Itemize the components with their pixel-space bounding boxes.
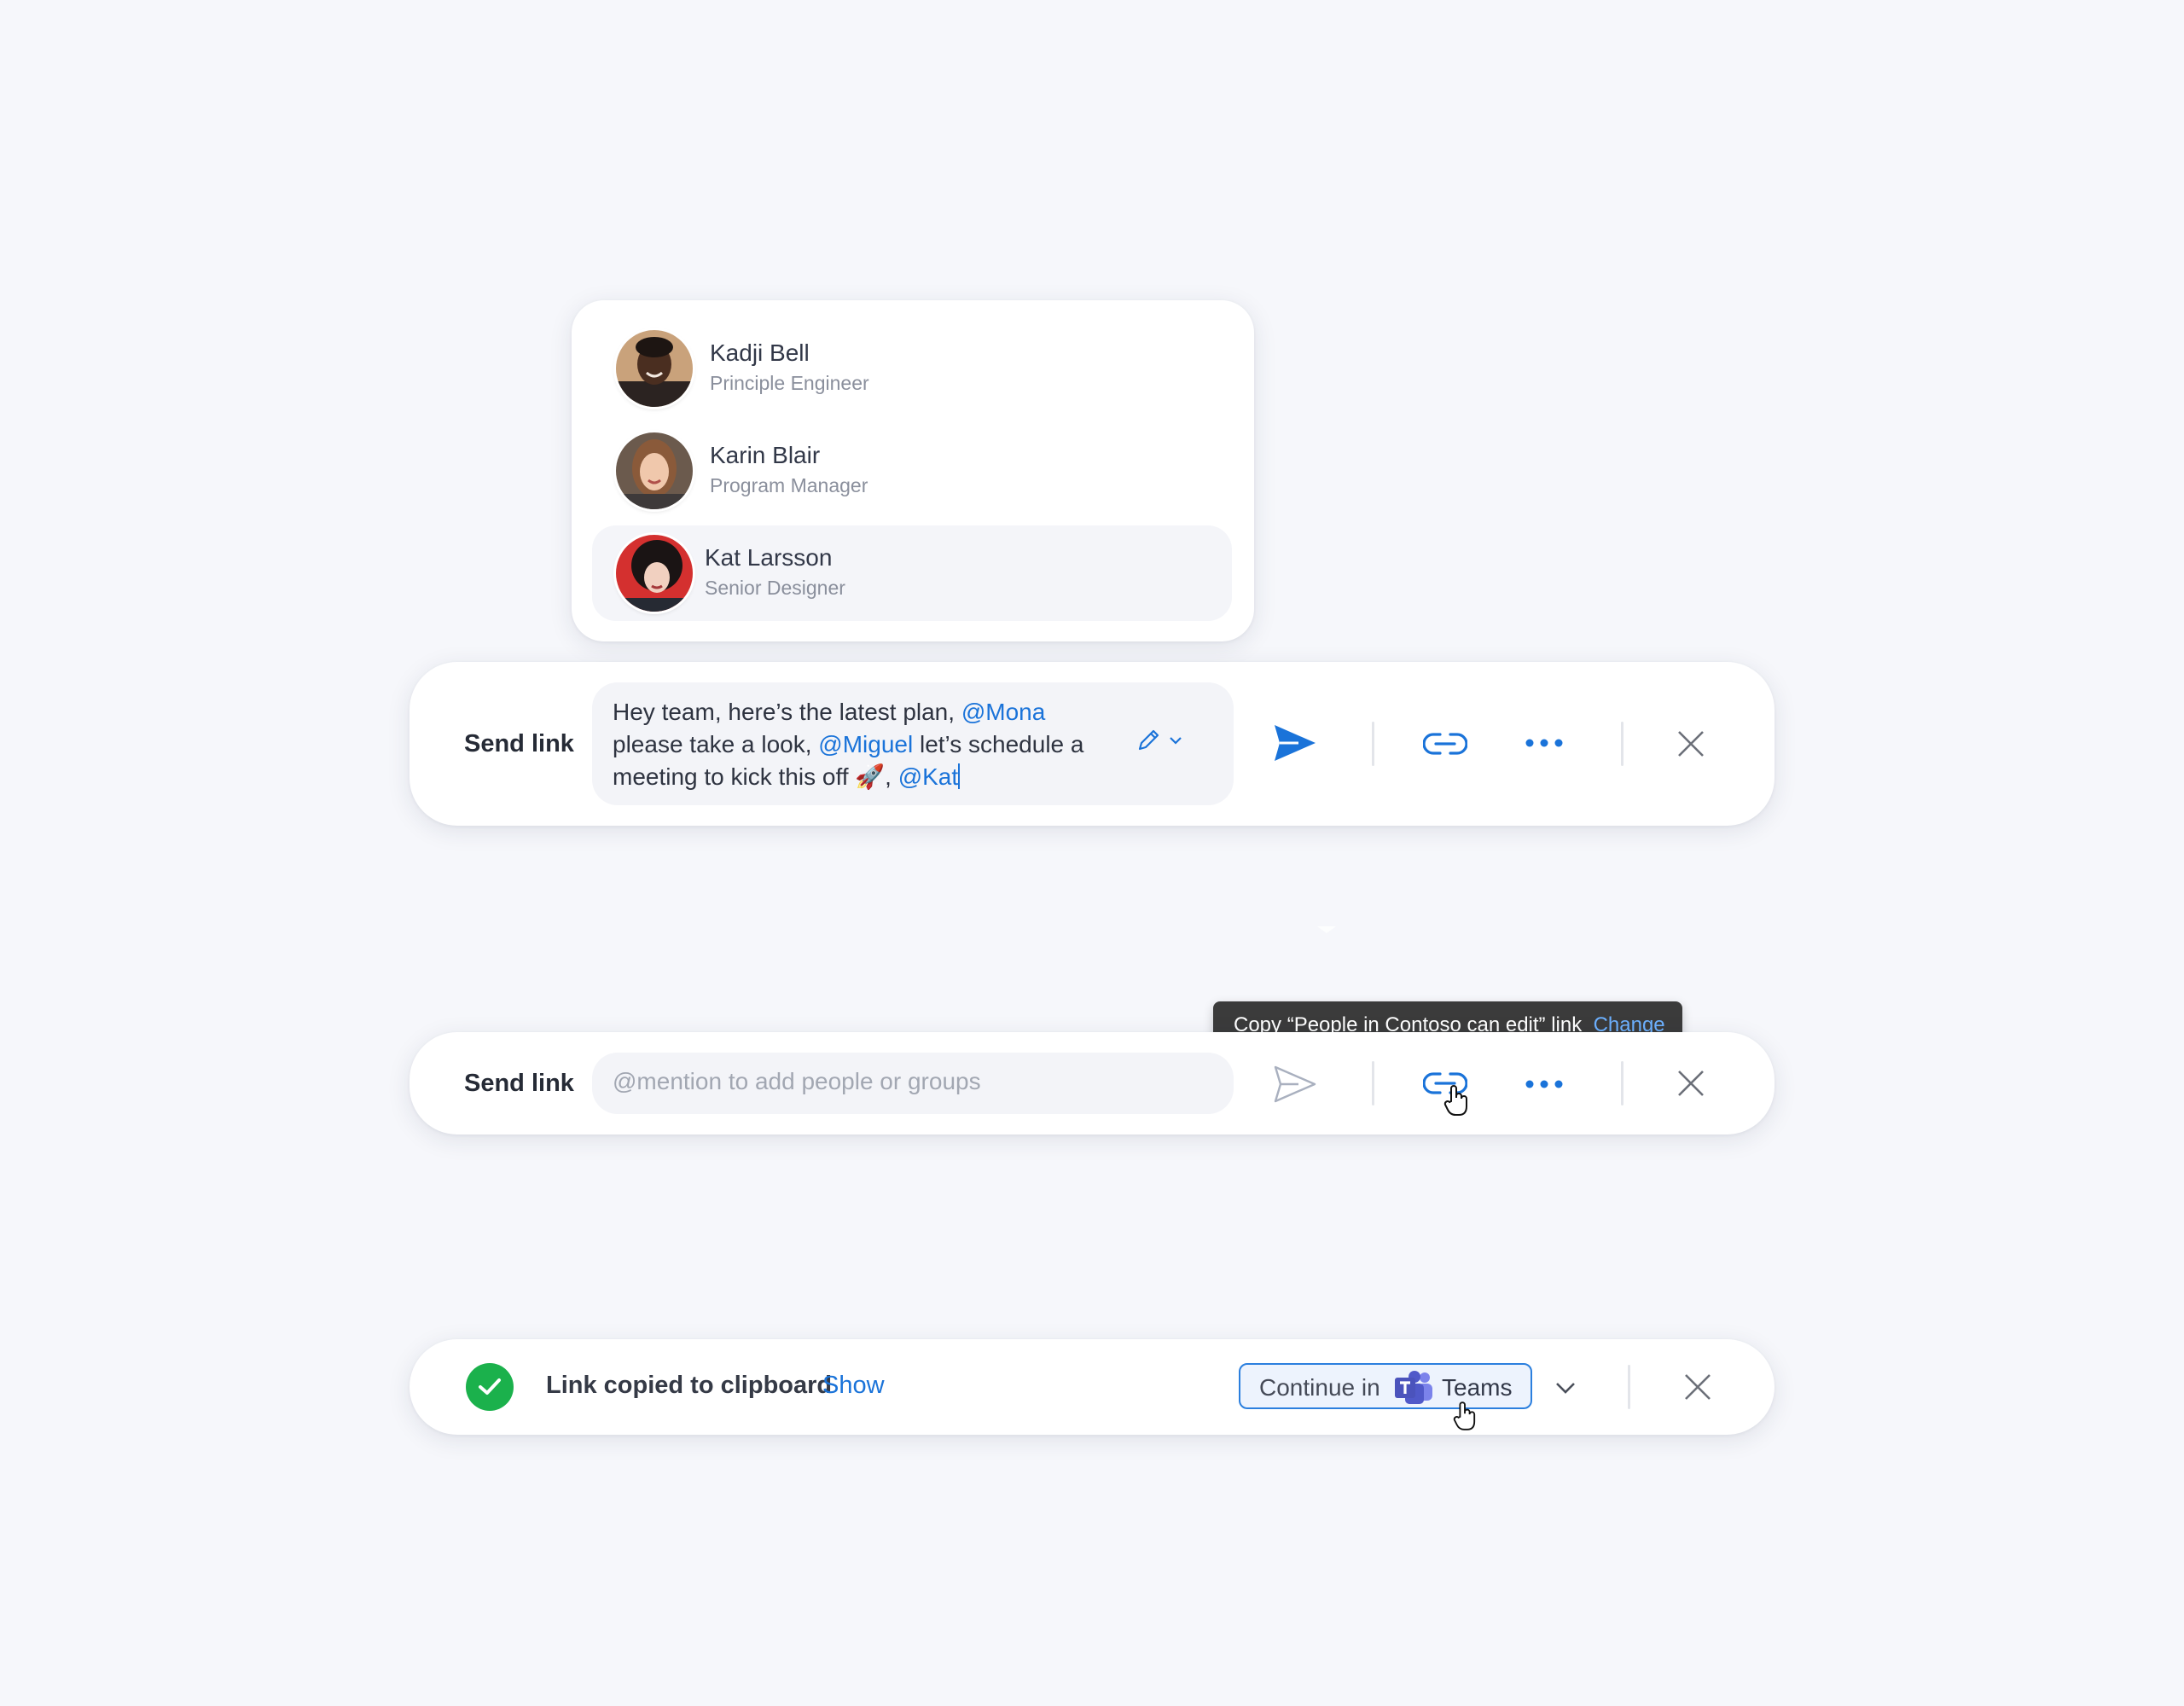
person-role: Program Manager bbox=[710, 474, 868, 496]
send-link-compose-bar: Send link Hey team, here’s the latest pl… bbox=[410, 662, 1774, 826]
close-icon[interactable] bbox=[1674, 1066, 1708, 1100]
person-option-kadji[interactable]: Kadji Bell Principle Engineer bbox=[595, 321, 1293, 416]
send-link-label: Send link bbox=[464, 1070, 574, 1097]
divider bbox=[1628, 1365, 1630, 1409]
message-line2: please take a look, bbox=[613, 731, 819, 757]
divider bbox=[1372, 722, 1374, 766]
text-cursor bbox=[958, 763, 961, 789]
show-link[interactable]: Show bbox=[822, 1372, 885, 1400]
person-option-kat[interactable]: Kat Larsson Senior Designer bbox=[592, 525, 1232, 621]
person-role: Senior Designer bbox=[705, 577, 845, 599]
chevron-down-icon[interactable] bbox=[1165, 730, 1186, 751]
avatar bbox=[616, 535, 693, 612]
person-role: Principle Engineer bbox=[710, 372, 869, 394]
teams-icon bbox=[1394, 1371, 1433, 1409]
toast-message: Link copied to clipboard bbox=[546, 1372, 833, 1399]
people-picker: Kadji Bell Principle Engineer Karin Blai… bbox=[572, 300, 1254, 641]
send-icon[interactable] bbox=[1271, 722, 1319, 764]
message-line2-rest: let’s schedule a bbox=[913, 731, 1084, 757]
person-option-karin[interactable]: Karin Blair Program Manager bbox=[595, 423, 1293, 519]
avatar bbox=[616, 330, 693, 407]
person-name: Kadji Bell bbox=[710, 339, 810, 366]
continue-label: Continue in bbox=[1259, 1374, 1380, 1401]
send-link-label: Send link bbox=[464, 730, 574, 757]
message-text: Hey team, here’s the latest plan, @Mona … bbox=[613, 696, 1124, 793]
person-name: Karin Blair bbox=[710, 442, 821, 468]
message-line1: Hey team, here’s the latest plan, bbox=[613, 699, 961, 725]
checkmark-icon bbox=[466, 1363, 514, 1411]
mention-input[interactable]: @mention to add people or groups bbox=[592, 1053, 1234, 1114]
link-copied-toast: Link copied to clipboard Show Continue i… bbox=[410, 1339, 1774, 1435]
pencil-icon[interactable] bbox=[1133, 725, 1164, 756]
close-icon[interactable] bbox=[1674, 727, 1708, 761]
send-link-empty-bar: Send link @mention to add people or grou… bbox=[410, 1032, 1774, 1134]
message-line3: meeting to kick this off 🚀, bbox=[613, 763, 898, 790]
close-icon[interactable] bbox=[1681, 1370, 1715, 1404]
chevron-down-icon[interactable] bbox=[1553, 1375, 1578, 1401]
mention-mona[interactable]: @Mona bbox=[961, 699, 1045, 725]
more-icon[interactable] bbox=[1524, 730, 1565, 756]
message-input[interactable]: Hey team, here’s the latest plan, @Mona … bbox=[592, 682, 1234, 805]
send-icon[interactable] bbox=[1271, 1063, 1319, 1105]
person-name: Kat Larsson bbox=[705, 544, 833, 571]
link-icon[interactable] bbox=[1421, 725, 1469, 763]
hand-cursor-icon bbox=[1442, 1083, 1471, 1117]
mention-placeholder: @mention to add people or groups bbox=[613, 1068, 981, 1094]
mention-kat[interactable]: @Kat bbox=[898, 763, 958, 790]
divider bbox=[1372, 1061, 1374, 1105]
hand-cursor-icon bbox=[1450, 1399, 1479, 1433]
continue-in-teams-button[interactable]: Continue in Teams bbox=[1239, 1363, 1532, 1409]
divider bbox=[1621, 722, 1623, 766]
decorative-notch bbox=[1314, 923, 1339, 937]
teams-label: Teams bbox=[1442, 1374, 1513, 1401]
mention-miguel[interactable]: @Miguel bbox=[818, 731, 913, 757]
avatar bbox=[616, 432, 693, 509]
more-icon[interactable] bbox=[1524, 1071, 1565, 1097]
divider bbox=[1621, 1061, 1623, 1105]
